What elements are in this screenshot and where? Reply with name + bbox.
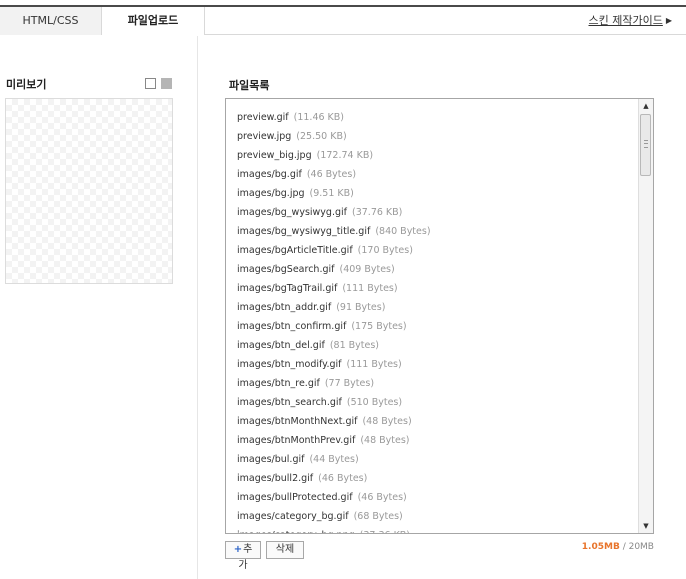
skin-guide-label: 스킨 제작가이드	[588, 14, 663, 27]
file-list-item[interactable]: images/btn_search.gif (510 Bytes)	[237, 393, 635, 412]
file-list-item[interactable]: images/bullProtected.gif (46 Bytes)	[237, 488, 635, 507]
file-size: (48 Bytes)	[362, 416, 412, 427]
skin-guide-link[interactable]: 스킨 제작가이드 ▶	[589, 7, 673, 35]
plus-icon: +	[233, 544, 243, 555]
file-list-item[interactable]: images/category_bg.gif (68 Bytes)	[237, 507, 635, 526]
file-name: images/bg.gif	[237, 169, 302, 180]
grip-icon	[644, 140, 648, 148]
file-size: (9.51 KB)	[309, 188, 354, 199]
file-list-item[interactable]: images/bg.jpg (9.51 KB)	[237, 184, 635, 203]
file-list-item[interactable]: images/btnMonthPrev.gif (48 Bytes)	[237, 431, 635, 450]
delete-file-button[interactable]: 삭제	[266, 541, 304, 559]
file-name: images/category_bg.gif	[237, 511, 349, 522]
file-size: (46 Bytes)	[357, 492, 407, 503]
file-name: images/bul.gif	[237, 454, 305, 465]
file-list-title: 파일목록	[229, 79, 270, 92]
preview-panel: 미리보기	[0, 36, 198, 579]
file-name: images/bgTagTrail.gif	[237, 283, 338, 294]
file-name: images/bgArticleTitle.gif	[237, 245, 353, 256]
file-list-item[interactable]: images/bgArticleTitle.gif (170 Bytes)	[237, 241, 635, 260]
file-list-item[interactable]: preview.gif (11.46 KB)	[237, 108, 635, 127]
gray-background-toggle[interactable]	[161, 78, 172, 89]
file-name: images/btn_search.gif	[237, 397, 342, 408]
file-name: images/bullProtected.gif	[237, 492, 353, 503]
file-list-item[interactable]: images/bg.gif (46 Bytes)	[237, 165, 635, 184]
file-name: images/btn_addr.gif	[237, 302, 332, 313]
file-name: preview.jpg	[237, 131, 292, 142]
storage-separator: /	[619, 542, 629, 552]
file-name: images/btn_confirm.gif	[237, 321, 347, 332]
file-size: (68 Bytes)	[353, 511, 403, 522]
file-items: preview.gif (11.46 KB) preview.jpg (25.50 K…	[237, 108, 635, 533]
file-size: (91 Bytes)	[336, 302, 386, 313]
file-size: (46 Bytes)	[306, 169, 357, 180]
file-list-item[interactable]: images/bul.gif (44 Bytes)	[237, 450, 635, 469]
file-name: images/btn_re.gif	[237, 378, 320, 389]
file-size: (409 Bytes)	[339, 264, 395, 275]
file-list-item[interactable]: images/bg_wysiwyg_title.gif (840 Bytes)	[237, 222, 635, 241]
file-name: preview_big.jpg	[237, 150, 312, 161]
file-name: images/btnMonthPrev.gif	[237, 435, 356, 446]
file-list-item[interactable]: preview_big.jpg (172.74 KB)	[237, 146, 635, 165]
arrow-right-icon: ▶	[665, 16, 672, 25]
file-name: images/btnMonthNext.gif	[237, 416, 358, 427]
file-list-item[interactable]: images/btn_modify.gif (111 Bytes)	[237, 355, 635, 374]
file-list-box[interactable]: preview.gif (11.46 KB) preview.jpg (25.50 K…	[225, 98, 654, 534]
file-list-item[interactable]: images/bull2.gif (46 Bytes)	[237, 469, 635, 488]
scroll-up-icon[interactable]: ▲	[639, 99, 653, 113]
file-list-item[interactable]: images/btn_re.gif (77 Bytes)	[237, 374, 635, 393]
file-size: (840 Bytes)	[375, 226, 431, 237]
storage-usage: 1.05MB / 20MB	[582, 542, 654, 552]
file-size: (77 Bytes)	[324, 378, 375, 389]
file-name: images/btn_del.gif	[237, 340, 325, 351]
file-size: (37.76 KB)	[352, 207, 403, 218]
file-list-item[interactable]: images/bgTagTrail.gif (111 Bytes)	[237, 279, 635, 298]
file-list-item[interactable]: images/category_bg.png (37.36 KB)	[237, 526, 635, 533]
file-name: images/bgSearch.gif	[237, 264, 335, 275]
file-name: images/bg.jpg	[237, 188, 305, 199]
file-size: (46 Bytes)	[318, 473, 368, 484]
file-size: (25.50 KB)	[296, 131, 347, 142]
file-size: (48 Bytes)	[360, 435, 410, 446]
file-name: preview.gif	[237, 112, 289, 123]
add-file-button[interactable]: +추가	[225, 541, 261, 571]
tab-bar: HTML/CSS 파일업로드 스킨 제작가이드 ▶	[0, 5, 686, 35]
file-list-item[interactable]: images/bgSearch.gif (409 Bytes)	[237, 260, 635, 279]
file-size: (111 Bytes)	[346, 359, 402, 370]
file-size: (175 Bytes)	[351, 321, 407, 332]
file-size: (111 Bytes)	[342, 283, 398, 294]
preview-image-area	[5, 98, 173, 284]
file-list-item[interactable]: images/bg_wysiwyg.gif (37.76 KB)	[237, 203, 635, 222]
file-list-item[interactable]: preview.jpg (25.50 KB)	[237, 127, 635, 146]
file-name: images/btn_modify.gif	[237, 359, 342, 370]
file-name: images/bull2.gif	[237, 473, 314, 484]
storage-total: 20MB	[628, 542, 654, 552]
scroll-down-icon[interactable]: ▼	[639, 519, 653, 533]
file-list-item[interactable]: images/btn_del.gif (81 Bytes)	[237, 336, 635, 355]
scroll-thumb[interactable]	[640, 114, 651, 176]
file-name: images/category_bg.png	[237, 530, 355, 533]
scrollbar[interactable]: ▲ ▼	[638, 99, 653, 533]
file-name: images/bg_wysiwyg_title.gif	[237, 226, 371, 237]
file-size: (172.74 KB)	[316, 150, 374, 161]
file-size: (170 Bytes)	[357, 245, 413, 256]
file-size: (37.36 KB)	[360, 530, 410, 533]
file-name: images/bg_wysiwyg.gif	[237, 207, 347, 218]
file-list-item[interactable]: images/btn_addr.gif (91 Bytes)	[237, 298, 635, 317]
tab-html-css[interactable]: HTML/CSS	[0, 7, 102, 35]
file-size: (44 Bytes)	[309, 454, 359, 465]
file-size: (11.46 KB)	[293, 112, 345, 123]
file-size: (510 Bytes)	[346, 397, 403, 408]
storage-used: 1.05MB	[581, 542, 620, 552]
file-size: (81 Bytes)	[329, 340, 380, 351]
file-list-item[interactable]: images/btnMonthNext.gif (48 Bytes)	[237, 412, 635, 431]
preview-title: 미리보기	[6, 78, 47, 91]
file-list-item[interactable]: images/btn_confirm.gif (175 Bytes)	[237, 317, 635, 336]
tab-file-upload[interactable]: 파일업로드	[102, 7, 205, 35]
white-background-toggle[interactable]	[145, 78, 156, 89]
